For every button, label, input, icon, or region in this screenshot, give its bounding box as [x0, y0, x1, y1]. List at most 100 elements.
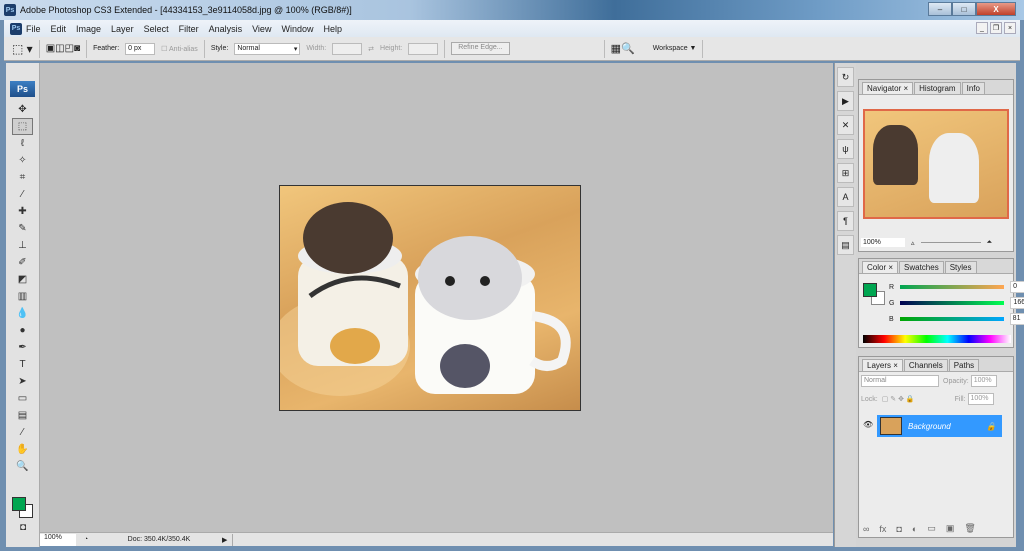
workspace-button[interactable]: Workspace ▼	[653, 45, 697, 52]
zoom-in-icon[interactable]: ⏶	[987, 239, 993, 247]
feather-input[interactable]: 0 px	[125, 42, 156, 55]
navigator-zoom-input[interactable]: 100%	[861, 238, 905, 247]
tab-swatches[interactable]: Swatches	[899, 261, 944, 273]
opacity-input[interactable]: 100%	[970, 375, 997, 387]
blend-mode-select[interactable]: Normal	[861, 375, 939, 387]
zoom-out-icon[interactable]: ▵	[911, 239, 915, 247]
hand-tool-icon[interactable]: ✋	[6, 441, 39, 458]
eraser-tool-icon[interactable]: ◩	[6, 271, 39, 288]
menu-view[interactable]: View	[252, 24, 271, 34]
tab-channels[interactable]: Channels	[903, 359, 948, 371]
lasso-tool-icon[interactable]: ℓ	[6, 135, 39, 152]
color-foreground-swatch[interactable]	[863, 283, 877, 297]
menu-analysis[interactable]: Analysis	[209, 24, 243, 34]
notes-tool-icon[interactable]: ▤	[6, 407, 39, 424]
path-selection-icon[interactable]: ➤	[6, 373, 39, 390]
history-brush-icon[interactable]: ✐	[6, 254, 39, 271]
zoom-tool-icon[interactable]: 🔍	[6, 458, 39, 475]
magic-wand-tool-icon[interactable]: ✧	[6, 152, 39, 169]
layer-style-icon[interactable]: fx	[879, 524, 886, 534]
menu-file[interactable]: File	[26, 24, 41, 34]
bridge-icon[interactable]: ▦🔍	[611, 42, 635, 55]
doc-close-button[interactable]: ×	[1004, 22, 1016, 34]
antialias-checkbox[interactable]: ☐ Anti-alias	[161, 45, 198, 53]
pen-tool-icon[interactable]: ✒	[6, 339, 39, 356]
lock-icons[interactable]: ▢ ✎ ✥ 🔒	[882, 395, 915, 403]
actions-panel-icon[interactable]: ▶	[837, 91, 854, 111]
marquee-preset-icon[interactable]: ⬚ ▾	[12, 42, 33, 56]
menu-window[interactable]: Window	[281, 24, 313, 34]
new-layer-icon[interactable]: ▣	[946, 523, 955, 534]
new-group-icon[interactable]: ▭	[927, 523, 936, 534]
b-slider[interactable]	[899, 317, 1004, 321]
type-tool-icon[interactable]: T	[6, 356, 39, 373]
r-slider[interactable]	[900, 285, 1005, 289]
clone-source-icon[interactable]: ⊞	[837, 163, 854, 183]
layer-row[interactable]: Background 🔒	[877, 415, 1002, 437]
color-ramp[interactable]	[863, 335, 1011, 343]
doc-restore-button[interactable]: ❐	[990, 22, 1002, 34]
close-button[interactable]: X	[976, 2, 1016, 16]
doc-minimize-button[interactable]: _	[976, 22, 988, 34]
history-panel-icon[interactable]: ↻	[837, 67, 854, 87]
shape-tool-icon[interactable]: ▭	[6, 390, 39, 407]
brush-tool-icon[interactable]: ✎	[6, 220, 39, 237]
refine-edge-button[interactable]: Refine Edge...	[451, 42, 510, 55]
dodge-tool-icon[interactable]: ●	[6, 322, 39, 339]
layer-mask-icon[interactable]: ◘	[896, 524, 901, 534]
tool-presets-icon[interactable]: ✕	[837, 115, 854, 135]
blur-tool-icon[interactable]: 💧	[6, 305, 39, 322]
minimize-button[interactable]: –	[928, 2, 952, 16]
layer-visibility-eye-icon[interactable]: 👁	[863, 420, 873, 429]
healing-brush-icon[interactable]: ✚	[6, 203, 39, 220]
tab-navigator[interactable]: Navigator ×	[862, 82, 914, 94]
selection-mode-icons[interactable]: ▣◫◰◙	[46, 43, 80, 54]
b-value[interactable]: 81	[1009, 313, 1024, 325]
tab-styles[interactable]: Styles	[944, 261, 977, 273]
character-panel-icon[interactable]: A	[837, 187, 854, 207]
swap-icon[interactable]: ⇄	[368, 45, 374, 53]
slice-tool-icon[interactable]: ⁄	[6, 186, 39, 203]
move-tool-icon[interactable]: ✥	[6, 101, 39, 118]
tab-info[interactable]: Info	[961, 82, 985, 94]
foreground-color-swatch[interactable]	[12, 497, 26, 511]
link-layers-icon[interactable]: ∞	[863, 524, 869, 534]
menu-edit[interactable]: Edit	[51, 24, 67, 34]
clone-stamp-icon[interactable]: ⊥	[6, 237, 39, 254]
height-input[interactable]	[408, 42, 439, 55]
g-slider[interactable]	[900, 301, 1005, 305]
layer-comps-icon[interactable]: ▤	[837, 235, 854, 255]
menu-select[interactable]: Select	[144, 24, 169, 34]
paragraph-panel-icon[interactable]: ¶	[837, 211, 854, 231]
width-input[interactable]	[332, 42, 363, 55]
brushes-panel-icon[interactable]: ψ	[837, 139, 854, 159]
style-select[interactable]: Normal ▾	[234, 42, 301, 55]
status-menu-arrow-icon[interactable]: ▶	[222, 536, 232, 544]
menu-layer[interactable]: Layer	[111, 24, 134, 34]
menu-image[interactable]: Image	[76, 24, 101, 34]
tab-histogram[interactable]: Histogram	[914, 82, 961, 94]
crop-tool-icon[interactable]: ⌗	[6, 169, 39, 186]
document-image[interactable]	[279, 185, 581, 411]
menu-help[interactable]: Help	[323, 24, 342, 34]
tab-layers[interactable]: Layers ×	[862, 359, 903, 371]
navigator-zoom-slider[interactable]	[920, 242, 981, 243]
tab-color[interactable]: Color ×	[862, 261, 899, 273]
fill-input[interactable]: 100%	[967, 393, 994, 405]
status-info-icon[interactable]: ◔	[76, 536, 96, 543]
marquee-tool-icon[interactable]: ⬚	[12, 118, 33, 135]
menu-filter[interactable]: Filter	[179, 24, 199, 34]
maximize-button[interactable]: □	[952, 2, 976, 16]
horizontal-scrollbar[interactable]	[232, 533, 833, 546]
delete-layer-icon[interactable]: 🗑	[964, 523, 975, 534]
eyedropper-tool-icon[interactable]: ⁄	[6, 424, 39, 441]
zoom-level[interactable]: 100%	[40, 533, 76, 546]
adjustment-layer-icon[interactable]: ◐	[912, 524, 917, 534]
r-value[interactable]: 0	[1010, 281, 1024, 293]
navigator-preview[interactable]	[863, 109, 1009, 219]
tab-paths[interactable]: Paths	[948, 359, 980, 371]
gradient-tool-icon[interactable]: ▥	[6, 288, 39, 305]
g-value[interactable]: 166	[1010, 297, 1024, 309]
quick-mask-icon[interactable]: ◘	[6, 519, 40, 536]
app-menu-icon[interactable]: Ps	[10, 22, 22, 35]
